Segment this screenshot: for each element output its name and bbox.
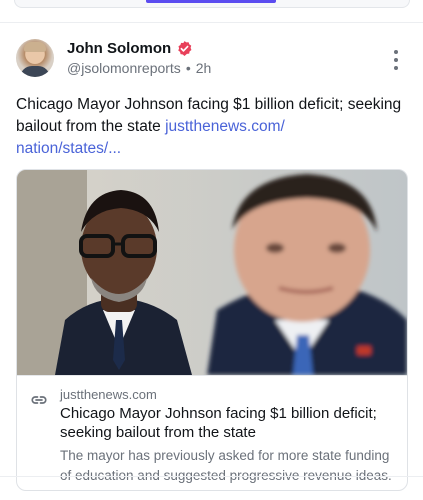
post-link-part[interactable]: justthenews.com/	[165, 118, 285, 135]
author-handle[interactable]: @jsolomonreports	[67, 60, 181, 76]
divider	[0, 476, 423, 477]
link-domain: justthenews.com	[60, 387, 157, 402]
avatar-shirt	[20, 66, 50, 77]
active-tab-indicator[interactable]	[146, 0, 276, 3]
tab-bar	[0, 0, 423, 20]
more-vertical-icon	[394, 58, 398, 62]
post-link-part[interactable]: nation/states/...	[16, 140, 121, 157]
link-preview-card[interactable]: justthenews.com Chicago Mayor Johnson fa…	[16, 169, 408, 491]
more-vertical-icon	[394, 50, 398, 54]
author-row: John Solomon	[67, 38, 193, 58]
post-time: 2h	[195, 60, 212, 76]
post-meta: @jsolomonreports • 2h	[67, 60, 211, 76]
more-vertical-icon	[394, 66, 398, 70]
avatar-hair	[24, 42, 46, 52]
more-options-button[interactable]	[386, 49, 406, 71]
link-description: The mayor has previously asked for more …	[60, 448, 392, 483]
post-text: Chicago Mayor Johnson facing $1 billion …	[16, 94, 408, 160]
link-icon	[30, 391, 48, 409]
link-preview-footer[interactable]: justthenews.com Chicago Mayor Johnson fa…	[17, 375, 407, 490]
meta-separator: •	[185, 60, 191, 76]
article-photo-illustration	[17, 170, 407, 375]
feed-page: John Solomon @jsolomonreports • 2h Chica…	[0, 0, 423, 500]
author-name[interactable]: John Solomon	[67, 40, 171, 57]
verified-badge-icon	[176, 40, 193, 57]
post[interactable]: John Solomon @jsolomonreports • 2h Chica…	[0, 23, 423, 500]
link-title[interactable]: Chicago Mayor Johnson facing $1 billion …	[60, 404, 400, 442]
article-image[interactable]	[17, 170, 407, 375]
avatar[interactable]	[16, 39, 54, 77]
